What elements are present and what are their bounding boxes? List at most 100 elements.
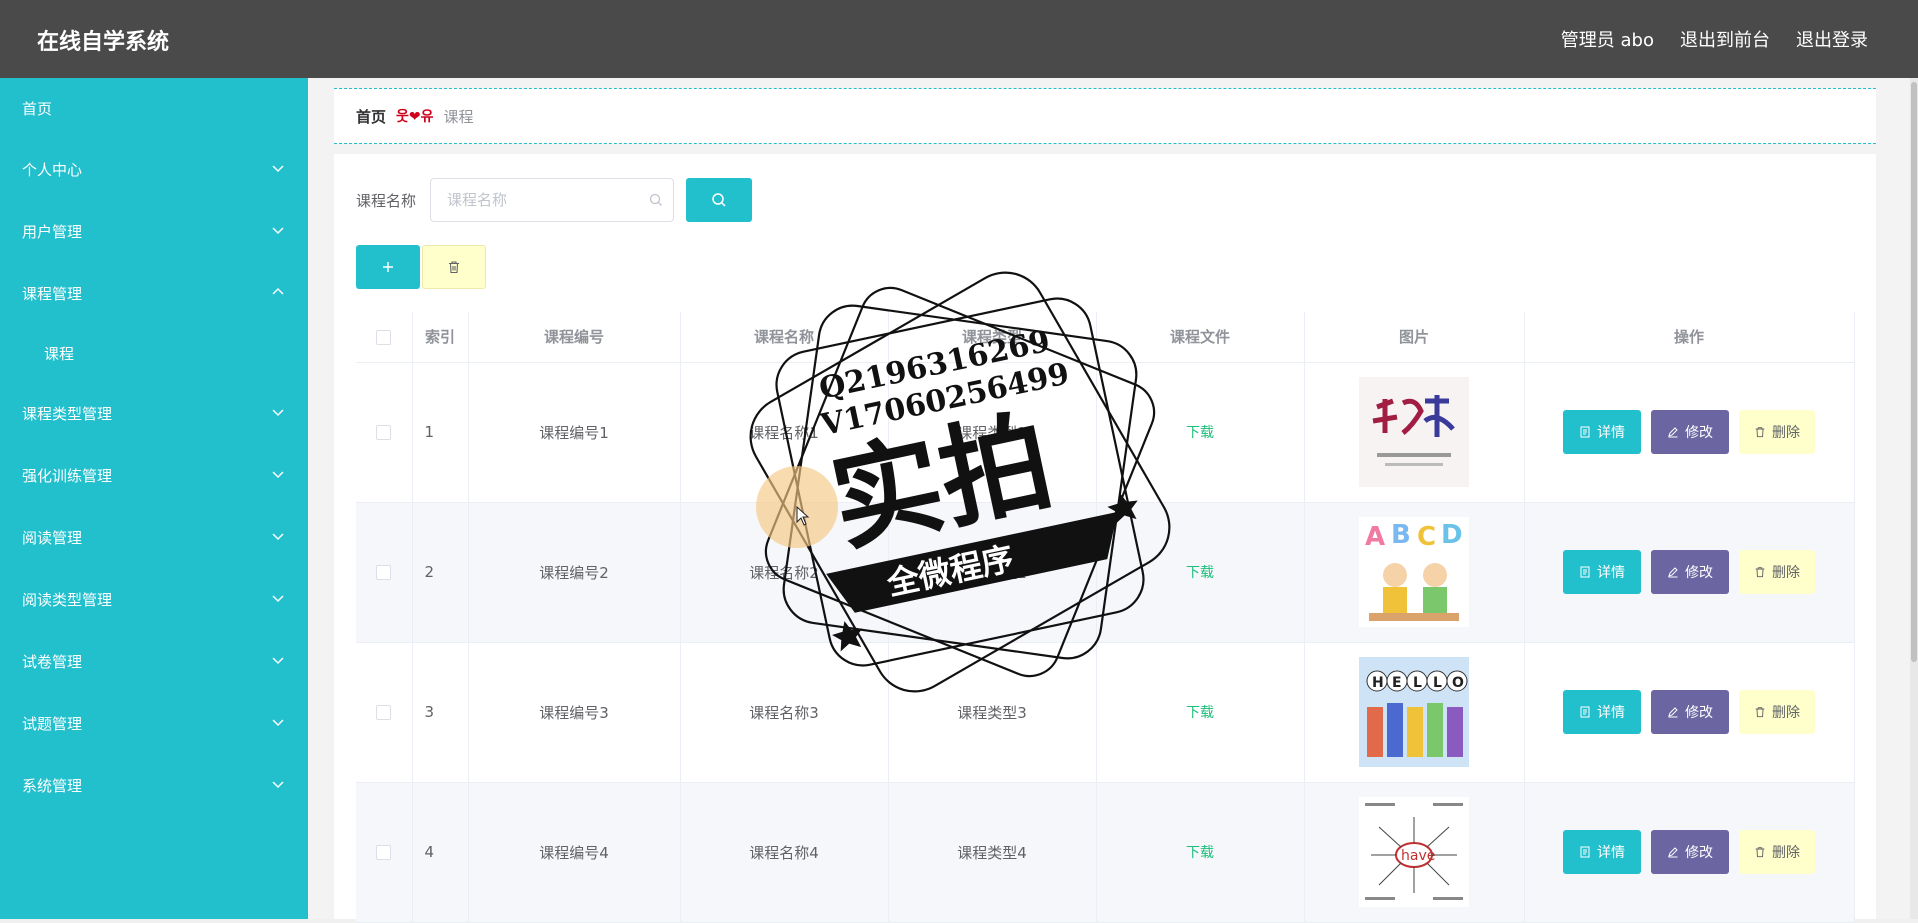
detail-button[interactable]: 详情 (1563, 690, 1641, 734)
index-cell: 3 (412, 642, 469, 783)
svg-text:A: A (1365, 522, 1385, 552)
svg-text:L: L (1413, 675, 1422, 691)
action-row (356, 245, 486, 289)
detail-label: 详情 (1597, 424, 1625, 440)
delete-label: 删除 (1772, 704, 1800, 720)
mouse-cursor-icon (796, 506, 810, 526)
detail-button[interactable]: 详情 (1563, 410, 1641, 454)
index-cell: 1 (412, 362, 469, 503)
trash-icon (1755, 847, 1765, 858)
sidebar-item-label: 课程管理 (22, 284, 83, 303)
logout-link[interactable]: 退出登录 (1796, 26, 1868, 52)
breadcrumb: 首页 웃❤유 课程 (334, 88, 1876, 144)
course-image-thumbnail[interactable]: H E L L O (1359, 657, 1469, 767)
download-link[interactable]: 下载 (1186, 425, 1214, 441)
row-checkbox[interactable] (376, 845, 392, 860)
pencil-icon (1668, 847, 1678, 858)
search-input[interactable] (431, 179, 674, 221)
operations-cell: 详情 修改 删除 (1524, 642, 1855, 783)
operations-cell: 详情 修改 删除 (1524, 782, 1855, 923)
sidebar-item-label: 阅读管理 (22, 528, 83, 547)
checkbox-cell (356, 362, 413, 503)
detail-label: 详情 (1597, 844, 1625, 860)
chevron-up-icon (272, 287, 284, 295)
row-checkbox[interactable] (376, 705, 392, 720)
download-link[interactable]: 下载 (1186, 845, 1214, 861)
edit-label: 修改 (1685, 564, 1713, 580)
checkbox-cell (356, 782, 413, 923)
column-header: 课程编号 (468, 312, 681, 363)
search-icon (712, 193, 726, 207)
document-icon (1580, 566, 1590, 578)
chevron-down-icon (272, 471, 284, 479)
top-bar: 在线自学系统 管理员 abo 退出到前台 退出登录 (0, 0, 1918, 78)
plus-icon (383, 262, 393, 272)
document-icon (1580, 426, 1590, 438)
sidebar-item-label: 用户管理 (22, 222, 83, 241)
search-label: 课程名称 (356, 191, 417, 210)
sidebar-item-label: 强化训练管理 (22, 466, 113, 485)
search-button[interactable] (686, 178, 753, 222)
sidebar-item-system-management[interactable]: 系统管理 (0, 754, 308, 816)
detail-label: 详情 (1597, 704, 1625, 720)
sidebar-item-reading-management[interactable]: 阅读管理 (0, 506, 308, 568)
sidebar-item-question-management[interactable]: 试题管理 (0, 692, 308, 754)
sidebar-item-user-management[interactable]: 用户管理 (0, 200, 308, 262)
edit-button[interactable]: 修改 (1651, 830, 1729, 874)
delete-button[interactable]: 删除 (1739, 830, 1815, 874)
chevron-down-icon (272, 657, 284, 665)
star-icon (832, 621, 863, 652)
breadcrumb-home[interactable]: 首页 (356, 106, 386, 127)
course-code-cell: 课程编号4 (468, 782, 681, 923)
row-checkbox[interactable] (376, 565, 392, 580)
sidebar-subitem-label: 课程 (44, 344, 75, 363)
sidebar-item-course-type-management[interactable]: 课程类型管理 (0, 382, 308, 444)
batch-delete-button[interactable] (422, 245, 486, 289)
sidebar-item-personal-center[interactable]: 个人中心 (0, 138, 308, 200)
scrollbar-thumb[interactable] (1911, 82, 1917, 662)
edit-button[interactable]: 修改 (1651, 550, 1729, 594)
svg-text:D: D (1441, 520, 1463, 550)
delete-button[interactable]: 删除 (1739, 550, 1815, 594)
chevron-down-icon (272, 595, 284, 603)
sidebar-item-label: 首页 (22, 99, 53, 118)
edit-button[interactable]: 修改 (1651, 690, 1729, 734)
edit-button[interactable]: 修改 (1651, 410, 1729, 454)
sidebar-item-course-management[interactable]: 课程管理 (0, 262, 308, 324)
sidebar-item-reading-type-management[interactable]: 阅读类型管理 (0, 568, 308, 630)
sidebar-item-label: 试题管理 (22, 714, 83, 733)
chevron-down-icon (272, 409, 284, 417)
chevron-down-icon (272, 533, 284, 541)
delete-label: 删除 (1772, 844, 1800, 860)
delete-button[interactable]: 删除 (1739, 410, 1815, 454)
pencil-icon (1668, 567, 1678, 578)
course-image-thumbnail[interactable] (1359, 377, 1469, 487)
admin-user-label[interactable]: 管理员 abo (1561, 26, 1654, 52)
detail-button[interactable]: 详情 (1563, 550, 1641, 594)
edit-label: 修改 (1685, 424, 1713, 440)
course-image-thumbnail[interactable]: have (1359, 797, 1469, 907)
sidebar-item-home[interactable]: 首页 (0, 78, 308, 138)
exit-to-front-link[interactable]: 退出到前台 (1680, 26, 1770, 52)
image-cell: A B C D (1304, 502, 1525, 643)
checkbox-cell (356, 642, 413, 783)
chevron-down-icon (272, 227, 284, 235)
top-right-nav: 管理员 abo 退出到前台 退出登录 (1561, 26, 1868, 52)
row-checkbox[interactable] (376, 425, 392, 440)
download-link[interactable]: 下载 (1186, 705, 1214, 721)
download-link[interactable]: 下载 (1186, 565, 1214, 581)
sidebar-item-exam-paper-management[interactable]: 试卷管理 (0, 630, 308, 692)
course-code-cell: 课程编号3 (468, 642, 681, 783)
detail-button[interactable]: 详情 (1563, 830, 1641, 874)
document-icon (1580, 846, 1590, 858)
search-input-wrapper (430, 178, 675, 222)
column-header: 操作 (1524, 312, 1855, 363)
delete-button[interactable]: 删除 (1739, 690, 1815, 734)
sidebar-subitem-course[interactable]: 课程 (0, 324, 308, 382)
svg-text:L: L (1433, 675, 1442, 691)
add-button[interactable] (356, 245, 420, 289)
index-cell: 2 (412, 502, 469, 643)
select-all-checkbox[interactable] (376, 329, 392, 345)
sidebar-item-training-management[interactable]: 强化训练管理 (0, 444, 308, 506)
course-image-thumbnail[interactable]: A B C D (1359, 517, 1469, 627)
